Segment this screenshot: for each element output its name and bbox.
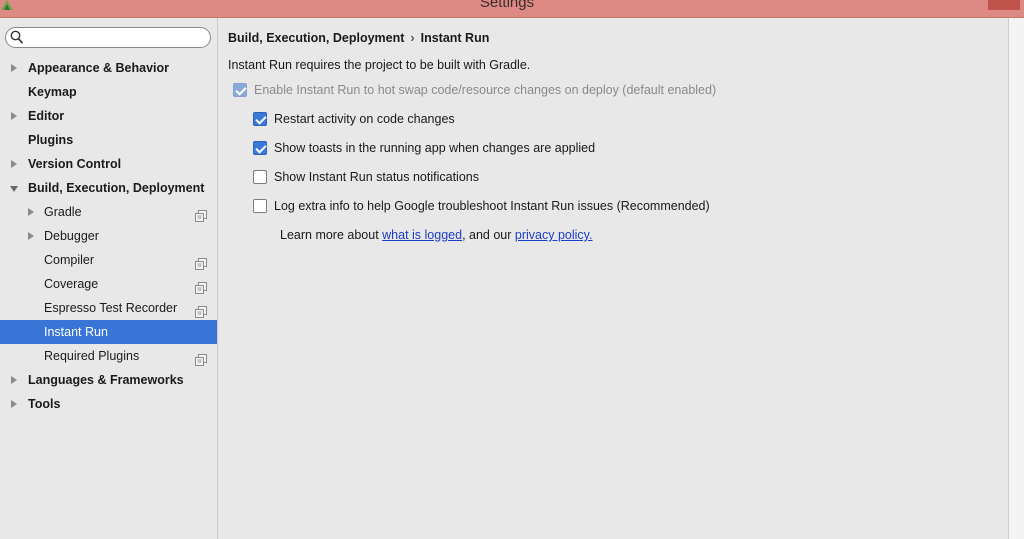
project-settings-icon bbox=[195, 206, 207, 222]
search-input[interactable] bbox=[28, 30, 206, 45]
sidebar-item-espresso-test-recorder[interactable]: Espresso Test Recorder bbox=[0, 296, 217, 320]
log-extra-info-label: Log extra info to help Google troublesho… bbox=[274, 199, 710, 213]
collapsed-arrow-icon[interactable] bbox=[11, 376, 17, 384]
sidebar-item-plugins[interactable]: Plugins bbox=[0, 128, 217, 152]
search-icon bbox=[10, 30, 24, 44]
sidebar-item-required-plugins[interactable]: Required Plugins bbox=[0, 344, 217, 368]
sidebar-item-compiler[interactable]: Compiler bbox=[0, 248, 217, 272]
window-title: Settings bbox=[479, 0, 535, 11]
enable-instant-run-checkbox[interactable] bbox=[233, 83, 247, 97]
status-notifications-checkbox[interactable] bbox=[253, 170, 267, 184]
sidebar-item-build-execution-deployment[interactable]: Build, Execution, Deployment bbox=[0, 176, 217, 200]
sidebar-item-editor[interactable]: Editor bbox=[0, 104, 217, 128]
log-extra-info-checkbox[interactable] bbox=[253, 199, 267, 213]
sidebar-item-label: Plugins bbox=[28, 133, 74, 147]
sidebar-item-label: Build, Execution, Deployment bbox=[28, 181, 205, 195]
sidebar-item-label: Languages & Frameworks bbox=[28, 373, 184, 387]
collapsed-arrow-icon[interactable] bbox=[28, 208, 34, 216]
sidebar-item-debugger[interactable]: Debugger bbox=[0, 224, 217, 248]
sidebar-item-label: Instant Run bbox=[44, 325, 108, 339]
restart-activity-checkbox[interactable] bbox=[253, 112, 267, 126]
collapsed-arrow-icon[interactable] bbox=[11, 400, 17, 408]
sidebar-item-label: Compiler bbox=[44, 253, 95, 267]
sidebar-item-tools[interactable]: Tools bbox=[0, 392, 217, 416]
restart-activity-option[interactable]: Restart activity on code changes bbox=[253, 110, 455, 128]
log-extra-info-option[interactable]: Log extra info to help Google troublesho… bbox=[253, 197, 710, 215]
sidebar-item-label: Debugger bbox=[44, 229, 99, 243]
project-settings-icon bbox=[195, 254, 207, 270]
learn-more-text: Learn more about what is logged, and our… bbox=[280, 228, 592, 242]
status-notifications-label: Show Instant Run status notifications bbox=[274, 170, 479, 184]
privacy-policy-link[interactable]: privacy policy. bbox=[515, 228, 593, 242]
sidebar-item-label: Coverage bbox=[44, 277, 99, 291]
sidebar-item-coverage[interactable]: Coverage bbox=[0, 272, 217, 296]
learn-more-prefix: Learn more about bbox=[280, 228, 383, 242]
sidebar-item-instant-run[interactable]: Instant Run bbox=[0, 320, 217, 344]
sidebar-item-appearance-behavior[interactable]: Appearance & Behavior bbox=[0, 56, 217, 80]
sidebar-item-label: Espresso Test Recorder bbox=[44, 301, 178, 315]
project-settings-icon bbox=[195, 350, 207, 366]
settings-tree: Appearance & Behavior Keymap Editor Plugins… bbox=[0, 56, 217, 416]
title-bar: Settings bbox=[0, 0, 1024, 18]
sidebar-item-label: Gradle bbox=[44, 205, 82, 219]
project-settings-icon bbox=[195, 302, 207, 318]
collapsed-arrow-icon[interactable] bbox=[11, 112, 17, 120]
show-toasts-checkbox[interactable] bbox=[253, 141, 267, 155]
settings-sidebar: Appearance & Behavior Keymap Editor Plugins… bbox=[0, 18, 218, 539]
show-toasts-label: Show toasts in the running app when chan… bbox=[274, 141, 596, 155]
sidebar-item-version-control[interactable]: Version Control bbox=[0, 152, 217, 176]
sidebar-item-label: Tools bbox=[28, 397, 61, 411]
collapsed-arrow-icon[interactable] bbox=[11, 160, 17, 168]
status-notifications-option[interactable]: Show Instant Run status notifications bbox=[253, 168, 479, 186]
sidebar-item-label: Version Control bbox=[28, 157, 122, 171]
breadcrumb-current: Instant Run bbox=[420, 31, 490, 45]
gradle-requirement-text: Instant Run requires the project to be b… bbox=[228, 58, 531, 72]
breadcrumb-separator: › bbox=[410, 31, 415, 45]
sidebar-item-label: Required Plugins bbox=[44, 349, 140, 363]
breadcrumb: Build, Execution, Deployment › Instant Run bbox=[228, 31, 489, 45]
expanded-arrow-icon[interactable] bbox=[10, 186, 18, 192]
sidebar-item-keymap[interactable]: Keymap bbox=[0, 80, 217, 104]
project-settings-icon bbox=[195, 278, 207, 294]
what-is-logged-link[interactable]: what is logged bbox=[382, 228, 462, 242]
sidebar-item-gradle[interactable]: Gradle bbox=[0, 200, 217, 224]
settings-search[interactable] bbox=[5, 27, 211, 48]
collapsed-arrow-icon[interactable] bbox=[11, 64, 17, 72]
instant-run-panel: Build, Execution, Deployment › Instant Run… bbox=[218, 18, 1008, 539]
sidebar-item-languages-frameworks[interactable]: Languages & Frameworks bbox=[0, 368, 217, 392]
collapsed-arrow-icon[interactable] bbox=[28, 232, 34, 240]
sidebar-item-label: Editor bbox=[28, 109, 65, 123]
sidebar-item-label: Appearance & Behavior bbox=[28, 61, 170, 75]
show-toasts-option[interactable]: Show toasts in the running app when chan… bbox=[253, 139, 595, 157]
sidebar-item-label: Keymap bbox=[28, 85, 77, 99]
restart-activity-label: Restart activity on code changes bbox=[274, 112, 455, 126]
close-button[interactable] bbox=[988, 0, 1020, 10]
window-edge bbox=[1008, 18, 1024, 539]
learn-more-middle: , and our bbox=[462, 228, 515, 242]
enable-instant-run-label: Enable Instant Run to hot swap code/reso… bbox=[254, 83, 717, 97]
breadcrumb-parent: Build, Execution, Deployment bbox=[228, 31, 405, 45]
enable-instant-run-option[interactable]: Enable Instant Run to hot swap code/reso… bbox=[233, 81, 716, 99]
